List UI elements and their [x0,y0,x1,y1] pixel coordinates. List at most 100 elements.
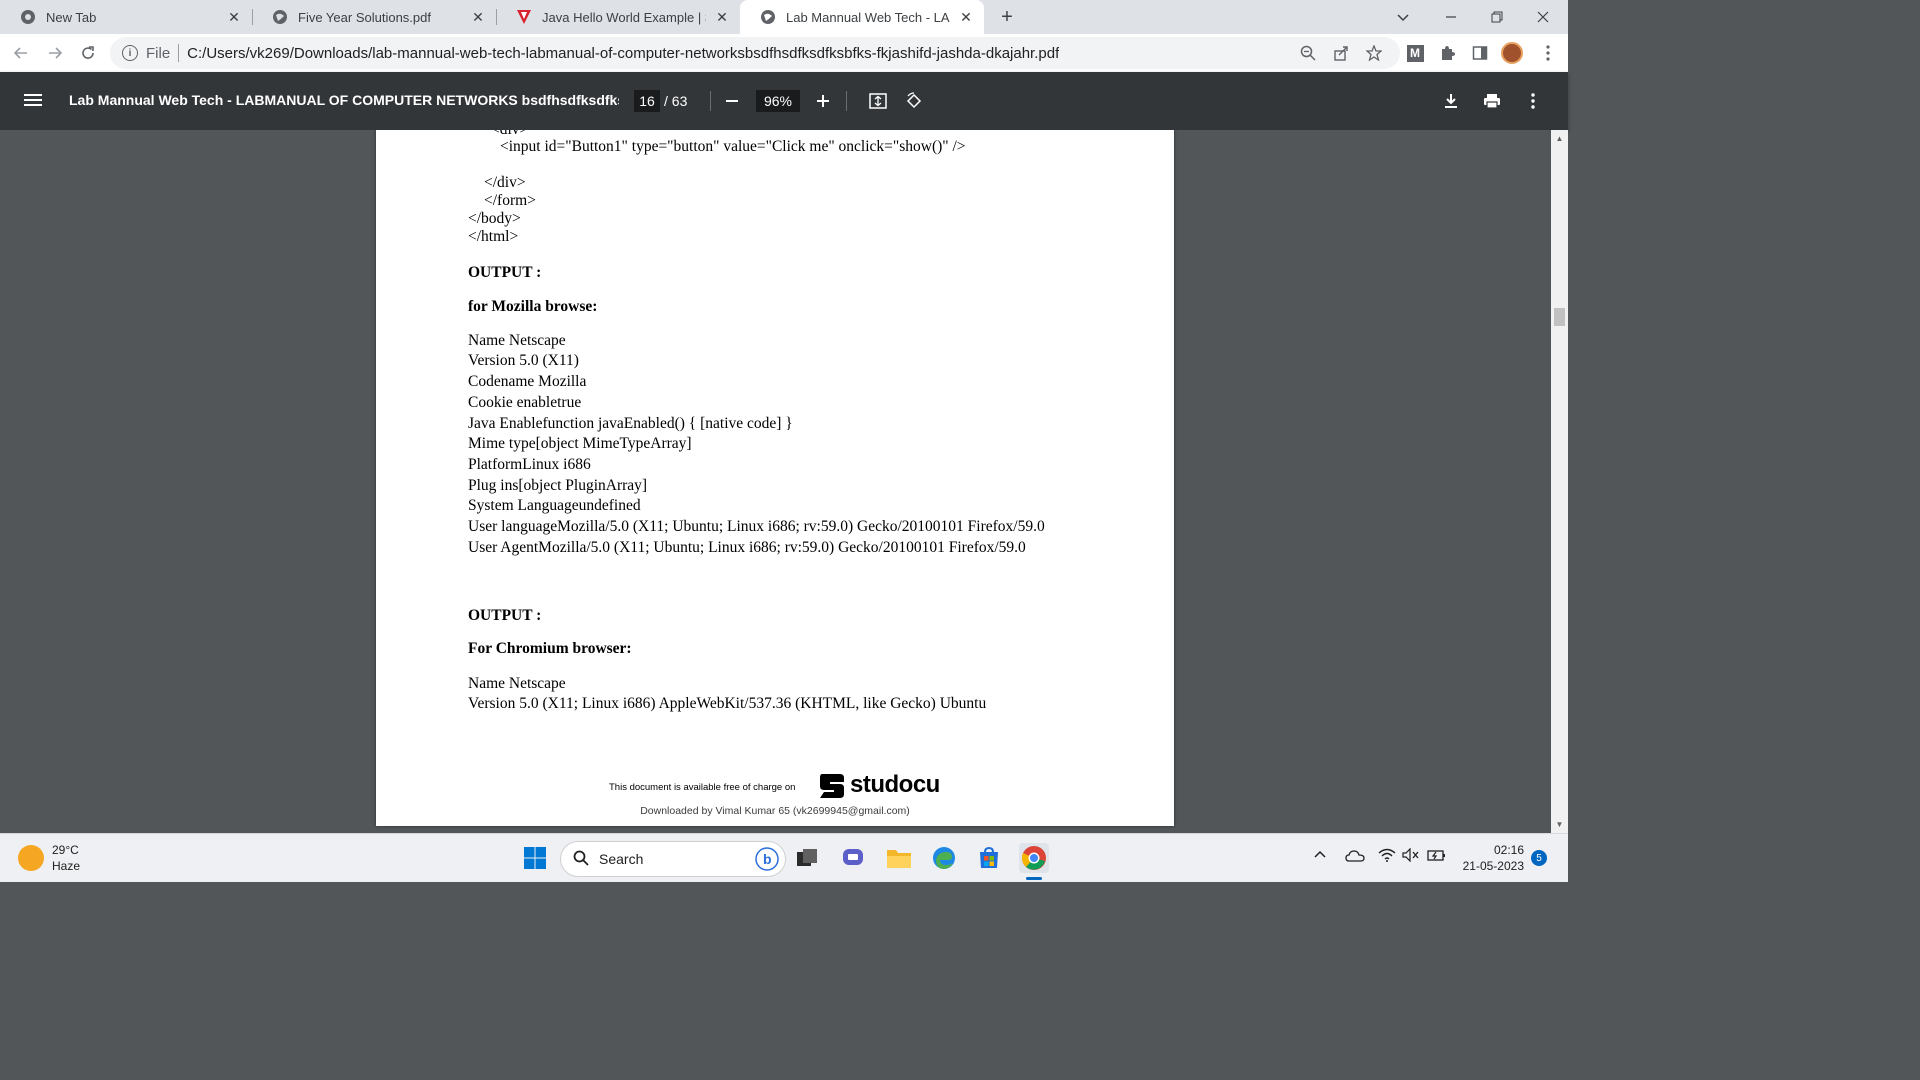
start-button[interactable] [520,843,550,873]
bing-icon: b [755,847,779,874]
back-button[interactable] [8,40,34,66]
forward-button[interactable] [42,40,68,66]
show-hidden-icons-chevron-icon[interactable] [1313,848,1327,865]
weather-temp: 29°C [52,843,79,857]
tab-title: Java Hello World Example | Simpl [542,9,706,25]
tab-five-year-solutions[interactable]: Five Year Solutions.pdf ✕ [252,0,496,34]
page-total: / 63 [664,93,688,109]
close-icon[interactable]: ✕ [714,9,730,25]
studocu-logo-icon [820,774,844,798]
task-view-icon[interactable] [792,843,822,873]
studocu-logo[interactable]: studocu [816,770,940,800]
page-number-input[interactable]: 16 [634,90,660,112]
bookmark-star-icon[interactable] [1363,42,1385,64]
pdf-page: <div> <input id="Button1" type="button" … [376,130,1174,826]
new-tab-button[interactable]: + [996,6,1018,28]
menu-icon[interactable] [24,91,44,111]
output-line: System Languageundefined [468,497,641,514]
code-line: <input id="Button1" type="button" value=… [500,138,966,155]
output-line: Plug ins[object PluginArray] [468,477,648,494]
chrome-taskbar-icon[interactable] [1019,843,1049,873]
vertical-scrollbar[interactable]: ▲ ▼ [1551,130,1568,833]
system-clock[interactable]: 02:16 21-05-2023 [1460,842,1524,874]
address-bar[interactable]: i File C:/Users/vk269/Downloads/lab-mann… [110,37,1400,69]
document-title: Lab Mannual Web Tech - LABMANUAL OF COMP… [69,92,619,108]
close-icon[interactable]: ✕ [226,9,242,25]
more-options-icon[interactable] [1521,89,1545,113]
scroll-down-icon[interactable]: ▼ [1555,820,1564,829]
code-line: </div> [484,174,526,191]
tab-strip: New Tab ✕ Five Year Solutions.pdf ✕ Java… [0,0,1568,34]
output-line: Codename Mozilla [468,373,587,390]
restore-button[interactable] [1474,0,1520,34]
reload-button[interactable] [75,40,101,66]
close-icon[interactable]: ✕ [958,9,974,25]
site-info-icon[interactable]: i [122,45,138,61]
code-line: </form> [484,192,536,209]
teams-chat-icon[interactable] [838,843,868,873]
profile-avatar[interactable] [1501,42,1523,64]
output-line: Name Netscape [468,675,566,692]
browser-toolbar: i File C:/Users/vk269/Downloads/lab-mann… [0,34,1568,72]
extensions-puzzle-icon[interactable] [1436,42,1458,64]
output-line: PlatformLinux i686 [468,456,591,473]
output-line: Name Netscape [468,332,566,349]
close-window-button[interactable] [1520,0,1566,34]
fit-to-page-icon[interactable] [866,89,890,113]
side-panel-icon[interactable] [1469,42,1491,64]
clock-time: 02:16 [1493,843,1524,857]
tab-new-tab[interactable]: New Tab ✕ [0,0,252,34]
output-line: User languageMozilla/5.0 (X11; Ubuntu; L… [468,518,1045,535]
brand-v-icon [516,9,532,25]
scrollbar-thumb[interactable] [1554,308,1565,326]
tab-search-chevron-icon[interactable] [1380,0,1426,34]
edge-browser-icon[interactable] [929,843,959,873]
close-icon[interactable]: ✕ [470,9,486,25]
output-line: Java Enablefunction javaEnabled() { [nat… [468,415,793,432]
clock-date: 21-05-2023 [1462,859,1524,873]
pdf-viewer[interactable]: <div> <input id="Button1" type="button" … [0,130,1568,833]
minimize-button[interactable] [1428,0,1474,34]
output-line: Version 5.0 (X11; Linux i686) AppleWebKi… [468,695,987,712]
share-icon[interactable] [1330,42,1352,64]
battery-charging-icon[interactable] [1427,848,1447,865]
tab-title: New Tab [46,9,97,25]
microsoft-store-icon[interactable] [974,843,1004,873]
svg-text:b: b [763,851,772,867]
print-icon[interactable] [1480,89,1504,113]
output-line: Cookie enabletrue [468,394,582,411]
active-app-indicator [1026,877,1042,880]
chrome-icon [20,9,36,25]
code-line: </body> [468,210,521,227]
volume-muted-icon[interactable] [1402,847,1420,865]
rotate-icon[interactable] [902,89,926,113]
globe-icon [272,9,288,25]
file-explorer-icon[interactable] [884,843,914,873]
output-subheading: for Mozilla browse: [468,298,598,315]
output-line: Mime type[object MimeTypeArray] [468,435,692,452]
tab-lab-mannual[interactable]: Lab Mannual Web Tech - LABMA ✕ [740,0,984,34]
weather-desc: Haze [52,859,81,873]
footer-note: This document is available free of charg… [609,782,796,793]
tab-java-hello-world[interactable]: Java Hello World Example | Simpl ✕ [496,0,740,34]
taskbar-search[interactable]: Search b [560,841,786,877]
download-icon[interactable] [1439,89,1463,113]
zoom-level-input[interactable]: 96% [756,90,800,112]
output-line: Version 5.0 (X11) [468,352,579,369]
code-line: </html> [468,228,519,245]
scroll-up-icon[interactable]: ▲ [1555,134,1564,143]
zoom-in-button[interactable] [811,89,835,113]
wifi-icon[interactable] [1378,848,1396,865]
output-line: User AgentMozilla/5.0 (X11; Ubuntu; Linu… [468,539,1026,556]
extension-m-icon[interactable]: M [1404,42,1426,64]
onedrive-cloud-icon[interactable] [1345,848,1365,867]
chrome-menu-icon[interactable] [1537,42,1559,64]
studocu-brand: studocu [850,771,940,798]
tab-title: Five Year Solutions.pdf [298,9,431,25]
zoom-out-button[interactable] [720,89,744,113]
weather-widget[interactable]: 29°C Haze [18,842,80,874]
zoom-icon[interactable] [1297,42,1319,64]
globe-icon [760,9,776,25]
notification-badge[interactable]: 5 [1531,850,1547,866]
windows-taskbar: 29°C Haze Search b 02:16 21-05-2023 5 [0,833,1568,882]
